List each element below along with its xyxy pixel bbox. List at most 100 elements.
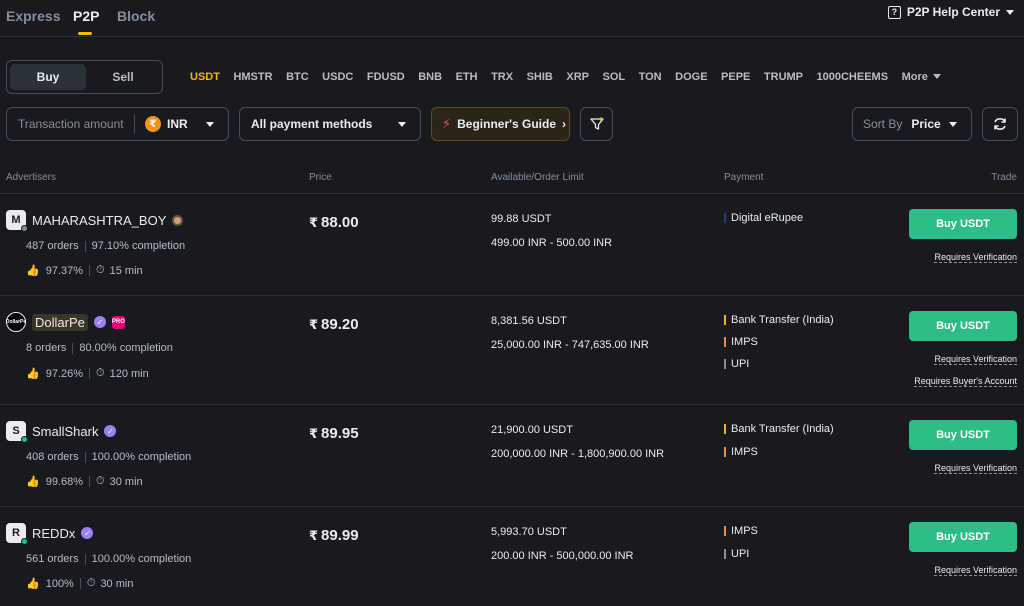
col-price: Price: [309, 172, 332, 183]
order-count: 487 orders: [26, 240, 79, 252]
tab-p2p[interactable]: P2P: [73, 8, 99, 24]
tab-express[interactable]: Express: [6, 8, 60, 24]
buy-usdt-button[interactable]: Buy USDT: [909, 311, 1017, 341]
payment-time: 15 min: [109, 264, 143, 277]
col-advertisers: Advertisers: [6, 172, 57, 183]
coin-shib[interactable]: SHIB: [527, 71, 553, 83]
coin-sol[interactable]: SOL: [602, 71, 625, 83]
advertiser[interactable]: S SmallShark ✓: [6, 421, 117, 443]
thumbs-up-icon: 👍: [26, 578, 40, 590]
clock-icon: ⏱: [96, 264, 105, 276]
order-limit: 200.00 INR - 500,000.00 INR: [491, 550, 634, 562]
coin-eth[interactable]: ETH: [456, 71, 478, 83]
advanced-filter-button[interactable]: [580, 107, 613, 141]
rupee-symbol: ₹: [309, 317, 319, 332]
requires-buyers-account[interactable]: Requires Buyer's Account: [914, 376, 1017, 387]
advertiser-meta: 👍 97.37% ⏱ 15 min: [26, 264, 143, 277]
payment-method-dropdown[interactable]: All payment methods: [239, 107, 421, 141]
beginners-guide-button[interactable]: ⚡ Beginner's Guide ›: [431, 107, 570, 141]
table-row: S SmallShark ✓ 408 orders 100.00% comple…: [0, 406, 1024, 507]
coin-pepe[interactable]: PEPE: [721, 71, 750, 83]
avatar: DollarPe: [6, 312, 26, 332]
col-available: Available/Order Limit: [491, 172, 584, 183]
advertiser-name[interactable]: DollarPe: [32, 313, 88, 331]
more-coins-button[interactable]: More: [902, 71, 941, 83]
buy-usdt-button[interactable]: Buy USDT: [909, 209, 1017, 239]
transaction-amount-filter[interactable]: Transaction amount ₹ INR: [6, 107, 229, 141]
advertiser[interactable]: R REDDx ✓: [6, 523, 94, 545]
tab-block[interactable]: Block: [117, 8, 155, 24]
price: ₹89.95: [309, 425, 359, 442]
thumbs-up-icon: 👍: [26, 476, 40, 488]
chevron-down-icon: [1006, 9, 1014, 15]
advertiser-stats: 487 orders 97.10% completion: [26, 240, 185, 252]
payment-method: Digital eRupee: [724, 212, 803, 224]
filter-funnel-icon: [589, 117, 604, 130]
coin-btc[interactable]: BTC: [286, 71, 309, 83]
positive-rating: 99.68%: [45, 475, 84, 488]
requires-verification[interactable]: Requires Verification: [934, 252, 1017, 263]
rupee-symbol: ₹: [309, 215, 319, 230]
clock-icon: ⏱: [86, 577, 96, 589]
positive-rating: 100%: [45, 577, 74, 590]
available-amount: 99.88 USDT: [491, 213, 552, 225]
advertiser-name[interactable]: MAHARASHTRA_BOY: [32, 213, 166, 228]
coin-selector: USDT HMSTR BTC USDC FDUSD BNB ETH TRX SH…: [190, 71, 954, 83]
coin-fdusd[interactable]: FDUSD: [367, 71, 405, 83]
help-center-button[interactable]: ? P2P Help Center: [887, 5, 1014, 19]
order-limit: 25,000.00 INR - 747,635.00 INR: [491, 339, 649, 351]
top-bar: Express P2P Block ? P2P Help Center: [0, 0, 1024, 37]
payment-method: UPI: [724, 548, 749, 560]
rupee-symbol: ₹: [309, 426, 319, 441]
price: ₹89.99: [309, 527, 359, 544]
caret-down-icon: [932, 73, 941, 79]
chevron-down-icon: [206, 122, 214, 127]
requires-verification[interactable]: Requires Verification: [934, 354, 1017, 365]
payment-method: IMPS: [724, 525, 758, 537]
fiat-currency-value: INR: [167, 117, 188, 131]
pro-badge-icon: PRO: [111, 315, 125, 329]
rupee-symbol: ₹: [309, 528, 319, 543]
coin-hmstr[interactable]: HMSTR: [233, 71, 272, 83]
coin-trx[interactable]: TRX: [491, 71, 513, 83]
amount-input[interactable]: Transaction amount: [7, 114, 135, 134]
coin-xrp[interactable]: XRP: [566, 71, 589, 83]
thumbs-up-icon: 👍: [26, 368, 40, 380]
sort-dropdown[interactable]: Sort By Price: [852, 107, 972, 141]
positive-rating: 97.26%: [45, 367, 84, 380]
advertiser-meta: 👍 97.26% ⏱ 120 min: [26, 367, 149, 380]
requires-verification[interactable]: Requires Verification: [934, 565, 1017, 576]
sell-button[interactable]: Sell: [85, 64, 161, 90]
buy-usdt-button[interactable]: Buy USDT: [909, 522, 1017, 552]
verified-icon: ✓: [93, 316, 106, 328]
payment-time: 30 min: [109, 475, 143, 488]
merchant-badge-icon: [172, 214, 184, 226]
coin-usdc[interactable]: USDC: [322, 71, 353, 83]
coin-usdt[interactable]: USDT: [190, 71, 220, 83]
positive-rating: 97.37%: [45, 264, 84, 277]
clock-icon: ⏱: [96, 475, 105, 487]
buy-usdt-button[interactable]: Buy USDT: [909, 420, 1017, 450]
sort-label: Sort By: [863, 117, 903, 131]
payment-method: Bank Transfer (India): [724, 423, 834, 435]
coin-ton[interactable]: TON: [639, 71, 662, 83]
lightning-icon: ⚡: [442, 116, 452, 131]
coin-1000cheems[interactable]: 1000CHEEMS: [817, 71, 889, 83]
advertiser-name[interactable]: REDDx: [32, 526, 75, 541]
verified-icon: ✓: [104, 425, 117, 437]
payment-time: 120 min: [109, 367, 149, 380]
coin-bnb[interactable]: BNB: [418, 71, 442, 83]
chevron-down-icon: [949, 122, 957, 127]
avatar: M: [6, 210, 28, 232]
requires-verification[interactable]: Requires Verification: [934, 463, 1017, 474]
coin-trump[interactable]: TRUMP: [764, 71, 803, 83]
order-count: 8 orders: [26, 342, 67, 354]
buy-button[interactable]: Buy: [10, 64, 86, 90]
advertiser[interactable]: DollarPe DollarPe ✓ PRO: [6, 312, 125, 332]
advertiser-name[interactable]: SmallShark: [32, 424, 98, 439]
refresh-button[interactable]: [982, 107, 1018, 141]
chevron-right-icon: ›: [562, 117, 567, 131]
active-tab-indicator: [78, 32, 92, 35]
coin-doge[interactable]: DOGE: [675, 71, 707, 83]
advertiser[interactable]: M MAHARASHTRA_BOY: [6, 210, 184, 232]
